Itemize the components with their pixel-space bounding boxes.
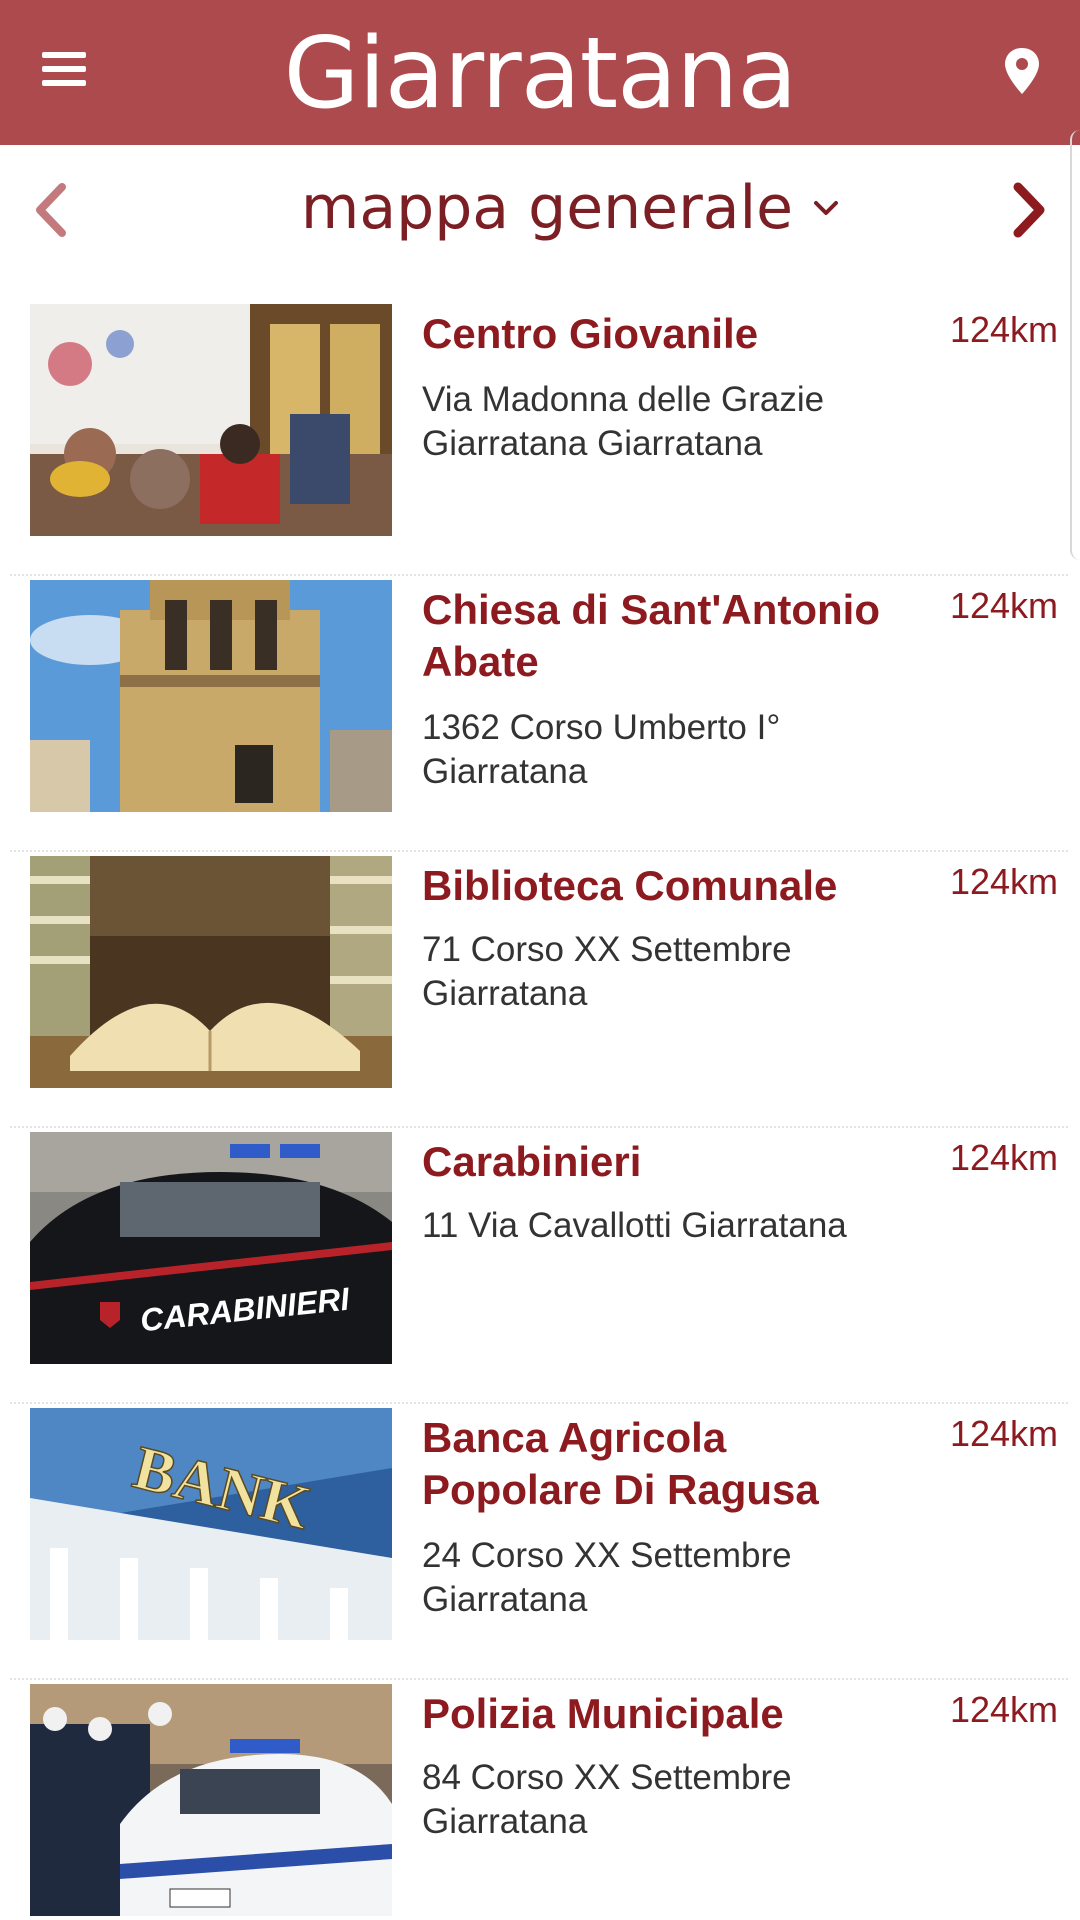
place-name: Carabinieri — [422, 1138, 642, 1185]
list-item[interactable]: Polizia Municipale 124km 84 Corso XX Set… — [10, 1680, 1068, 1920]
place-address-line: 84 Corso XX Settembre — [422, 1758, 792, 1797]
place-name: Polizia Municipale — [422, 1690, 784, 1737]
chevron-right-icon[interactable] — [998, 175, 1058, 245]
place-distance: 124km — [949, 309, 1058, 350]
chevron-down-icon — [814, 201, 839, 215]
place-address-line: Giarratana — [422, 974, 588, 1013]
place-distance: 124km — [949, 1413, 1058, 1454]
place-photo-youth-center — [30, 304, 392, 536]
place-distance: 124km — [949, 585, 1058, 626]
place-address-line: 24 Corso XX Settembre — [422, 1536, 792, 1575]
map-pin-icon[interactable] — [1002, 46, 1042, 96]
app-title: Giarratana — [283, 17, 798, 131]
category-dropdown[interactable]: mappa generale — [300, 163, 840, 253]
list-item[interactable]: CARABINIERI Carabinieri 124km 11 Via Cav… — [10, 1128, 1068, 1404]
list-item[interactable]: Centro Giovanile 124km Via Madonna delle… — [10, 300, 1068, 576]
place-address-line: Giarratana Giarratana — [422, 424, 763, 463]
place-address-line: Via Madonna delle Grazie — [422, 380, 825, 419]
scroll-edge — [1070, 130, 1080, 560]
app-header: Giarratana — [0, 0, 1080, 145]
place-name: Banca Agricola Popolare Di Ragusa — [422, 1414, 819, 1513]
place-photo-library — [30, 856, 392, 1088]
place-address-line: 11 Via Cavallotti Giarratana — [422, 1206, 847, 1245]
place-photo-carabinieri: CARABINIERI — [30, 1132, 392, 1364]
place-distance: 124km — [949, 861, 1058, 902]
place-address-line: Giarratana — [422, 752, 588, 791]
place-name: Biblioteca Comunale — [422, 862, 838, 909]
place-distance: 124km — [949, 1137, 1058, 1178]
places-list: Centro Giovanile 124km Via Madonna delle… — [10, 300, 1068, 1920]
place-address-line: Giarratana — [422, 1802, 588, 1841]
place-photo-bank: BANK — [30, 1408, 392, 1640]
list-item[interactable]: Biblioteca Comunale 124km 71 Corso XX Se… — [10, 852, 1068, 1128]
category-selector: mappa generale — [0, 145, 1080, 275]
place-name: Chiesa di Sant'Antonio Abate — [422, 586, 881, 685]
place-address-line: 1362 Corso Umberto I° — [422, 708, 781, 747]
category-label: mappa generale — [300, 173, 794, 243]
list-item[interactable]: BANK Banca Agricola Popolare Di Ragusa 1… — [10, 1404, 1068, 1680]
place-photo-church — [30, 580, 392, 812]
place-name: Centro Giovanile — [422, 310, 759, 357]
place-address-line: Giarratana — [422, 1580, 588, 1619]
place-distance: 124km — [949, 1689, 1058, 1730]
place-photo-municipal-police — [30, 1684, 392, 1916]
chevron-left-icon[interactable] — [22, 175, 82, 245]
list-item[interactable]: Chiesa di Sant'Antonio Abate 124km 1362 … — [10, 576, 1068, 852]
place-address-line: 71 Corso XX Settembre — [422, 930, 792, 969]
